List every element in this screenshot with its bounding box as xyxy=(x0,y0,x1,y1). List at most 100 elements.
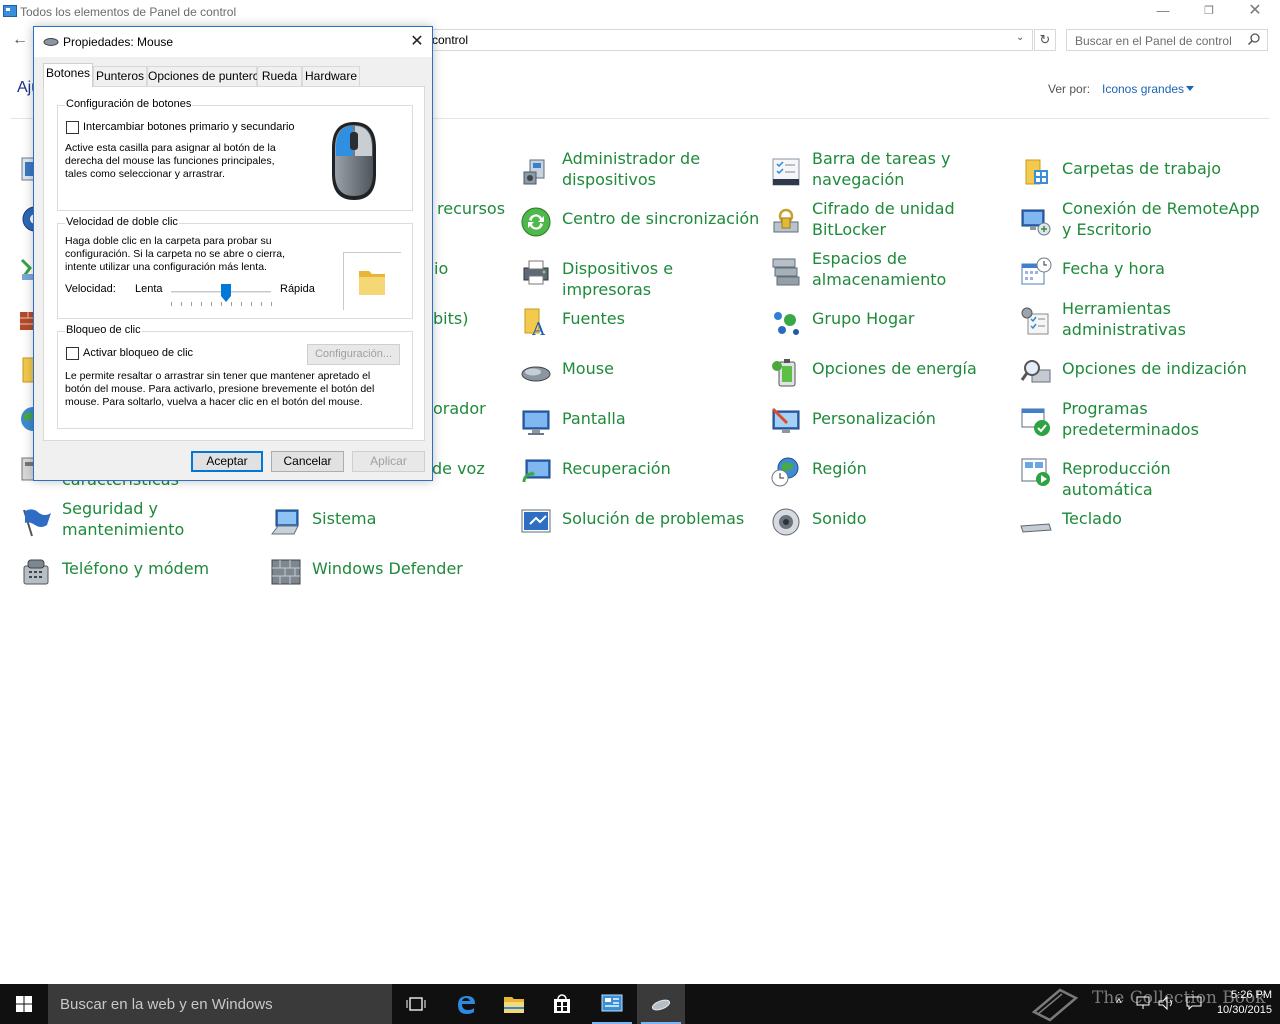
partial-item-label[interactable]: bits) xyxy=(433,309,468,328)
double-click-speed-slider[interactable] xyxy=(58,224,272,306)
item-pantalla[interactable]: Pantalla xyxy=(520,398,770,444)
network-icon[interactable] xyxy=(1136,996,1152,1010)
tab-hardware[interactable]: Hardware xyxy=(302,66,360,86)
item-centro-de-sincronizacion[interactable]: Centro de sincronización xyxy=(520,198,770,244)
partial-item-label[interactable]: orador xyxy=(433,399,486,418)
item-solucion-de-problemas[interactable]: Solución de problemas xyxy=(520,498,770,544)
chevron-down-icon[interactable]: ⌄ xyxy=(1016,32,1024,43)
slow-label: Lenta xyxy=(135,283,163,295)
dialog-title-bar[interactable]: Propiedades: Mouse ✕ xyxy=(34,27,432,57)
item-programas-predeterminados[interactable]: Programas predeterminados xyxy=(1020,398,1270,444)
item-telefono-y-modem[interactable]: Teléfono y módem xyxy=(20,548,270,594)
slider-tick xyxy=(251,302,252,306)
click-lock-group: Bloqueo de clic Activar bloqueo de clic … xyxy=(57,324,413,429)
item-fuentes[interactable]: A Fuentes xyxy=(520,298,770,344)
swap-buttons-checkbox[interactable] xyxy=(66,121,79,134)
item-label: Opciones de indización xyxy=(1062,359,1247,378)
volume-icon[interactable] xyxy=(1158,996,1176,1010)
description-line: Le permite resaltar o arrastrar sin tene… xyxy=(65,370,371,382)
back-arrow-icon[interactable]: ← xyxy=(10,30,30,50)
item-dispositivos-e-impresoras[interactable]: Dispositivos e impresoras xyxy=(520,248,770,299)
item-sonido[interactable]: Sonido xyxy=(770,498,1020,544)
taskbar-search-input[interactable]: Buscar en la web y en Windows xyxy=(48,984,392,1024)
apply-button[interactable]: Aplicar xyxy=(352,451,425,472)
item-barra-de-tareas[interactable]: Barra de tareas y navegación xyxy=(770,148,1020,194)
troubleshoot-icon xyxy=(521,509,551,533)
action-center-icon[interactable] xyxy=(1186,996,1202,1010)
item-personalizacion[interactable]: Personalización xyxy=(770,398,1020,444)
item-opciones-de-indizacion[interactable]: Opciones de indización xyxy=(1020,348,1270,394)
item-recuperacion[interactable]: Recuperación xyxy=(520,448,770,494)
item-espacios-de-almacenamiento[interactable]: Espacios de almacenamiento xyxy=(770,248,1020,294)
search-icon xyxy=(1247,32,1261,49)
tab-botones[interactable]: Botones xyxy=(43,63,93,87)
maximize-button[interactable]: ❐ xyxy=(1186,0,1232,24)
task-view-button[interactable] xyxy=(392,984,440,1024)
title-bar[interactable]: Todos los elementos de Panel de control … xyxy=(0,0,1280,24)
minimize-button[interactable]: — xyxy=(1140,0,1186,24)
item-herramientas-administrativas[interactable]: Herramientas administrativas xyxy=(1020,298,1270,344)
item-windows-defender[interactable]: Windows Defender xyxy=(270,548,520,594)
tab-rueda[interactable]: Rueda xyxy=(257,66,302,86)
partial-item-label[interactable]: io xyxy=(434,259,448,278)
svg-text:A: A xyxy=(531,319,546,338)
chevron-up-icon[interactable]: ^ xyxy=(1116,996,1122,1010)
swap-buttons-label[interactable]: Intercambiar botones primario y secundar… xyxy=(83,121,295,133)
close-button[interactable]: ✕ xyxy=(1232,0,1278,24)
refresh-button[interactable]: ↻ xyxy=(1034,29,1056,51)
click-lock-settings-button[interactable]: Configuración... xyxy=(307,344,400,365)
item-label: Teléfono y módem xyxy=(62,559,210,578)
test-area[interactable] xyxy=(343,252,401,310)
display-icon xyxy=(522,410,550,435)
item-seguridad-y-mantenimiento[interactable]: Seguridad y mantenimiento xyxy=(20,498,270,544)
item-carpetas-de-trabajo[interactable]: Carpetas de trabajo xyxy=(1020,148,1270,194)
partial-item-label[interactable]: de voz xyxy=(432,459,485,478)
tab-opciones-de-puntero[interactable]: Opciones de puntero xyxy=(147,66,259,86)
cancel-button[interactable]: Cancelar xyxy=(271,451,344,472)
item-reproduccion-automatica[interactable]: Reproducción automática xyxy=(1020,448,1270,499)
item-mouse[interactable]: Mouse xyxy=(520,348,770,394)
item-conexion-remoteapp[interactable]: Conexión de RemoteApp y Escritorio xyxy=(1020,198,1270,244)
item-cifrado-bitlocker[interactable]: Cifrado de unidad BitLocker xyxy=(770,198,1020,244)
chevron-down-icon[interactable] xyxy=(1186,86,1194,91)
item-label: Programas predeterminados xyxy=(1062,399,1199,439)
store-button[interactable] xyxy=(538,984,586,1024)
ok-button[interactable]: Aceptar xyxy=(191,451,263,472)
mouse-properties-taskbar-button[interactable] xyxy=(637,984,685,1024)
click-lock-checkbox[interactable] xyxy=(66,347,79,360)
item-grupo-hogar[interactable]: Grupo Hogar xyxy=(770,298,1020,344)
search-input[interactable]: Buscar en el Panel de control xyxy=(1066,29,1268,51)
buttons-config-group: Configuración de botones Intercambiar bo… xyxy=(57,98,413,211)
partial-item-icon[interactable] xyxy=(16,404,45,434)
fonts-icon: A xyxy=(524,308,546,338)
address-text: control xyxy=(432,33,469,47)
partial-item-label[interactable]: recursos xyxy=(437,199,505,218)
close-button[interactable]: ✕ xyxy=(406,31,428,53)
indexing-icon xyxy=(1020,360,1051,383)
mouse-icon xyxy=(651,999,671,1011)
control-panel-taskbar-button[interactable] xyxy=(588,984,636,1024)
item-fecha-y-hora[interactable]: Fecha y hora xyxy=(1020,248,1270,294)
item-teclado[interactable]: Teclado xyxy=(1020,498,1270,544)
item-region[interactable]: Región xyxy=(770,448,1020,494)
slider-tick xyxy=(211,302,212,306)
click-lock-label[interactable]: Activar bloqueo de clic xyxy=(83,347,193,359)
view-by-dropdown[interactable]: Iconos grandes xyxy=(1102,82,1184,96)
item-administrador-de-dispositivos[interactable]: Administrador de dispositivos xyxy=(520,148,770,194)
item-sistema[interactable]: Sistema xyxy=(270,498,520,544)
description-line: derecha del mouse las funciones principa… xyxy=(65,155,275,167)
bitlocker-icon xyxy=(773,208,799,233)
item-label: Fuentes xyxy=(562,309,625,328)
group-title: Configuración de botones xyxy=(65,98,193,110)
edge-browser-button[interactable] xyxy=(442,984,490,1024)
item-opciones-de-energia[interactable]: Opciones de energía xyxy=(770,348,1020,394)
item-label: Región xyxy=(812,459,867,478)
clock[interactable]: 5:26 PM 10/30/2015 xyxy=(1212,988,1272,1018)
file-explorer-button[interactable] xyxy=(490,984,538,1024)
folder-icon[interactable] xyxy=(357,265,387,297)
printer-icon xyxy=(523,260,549,285)
start-button[interactable] xyxy=(0,984,48,1024)
window-title: Todos los elementos de Panel de control xyxy=(20,5,237,19)
tab-punteros[interactable]: Punteros xyxy=(93,66,147,86)
slider-thumb[interactable] xyxy=(221,284,231,302)
